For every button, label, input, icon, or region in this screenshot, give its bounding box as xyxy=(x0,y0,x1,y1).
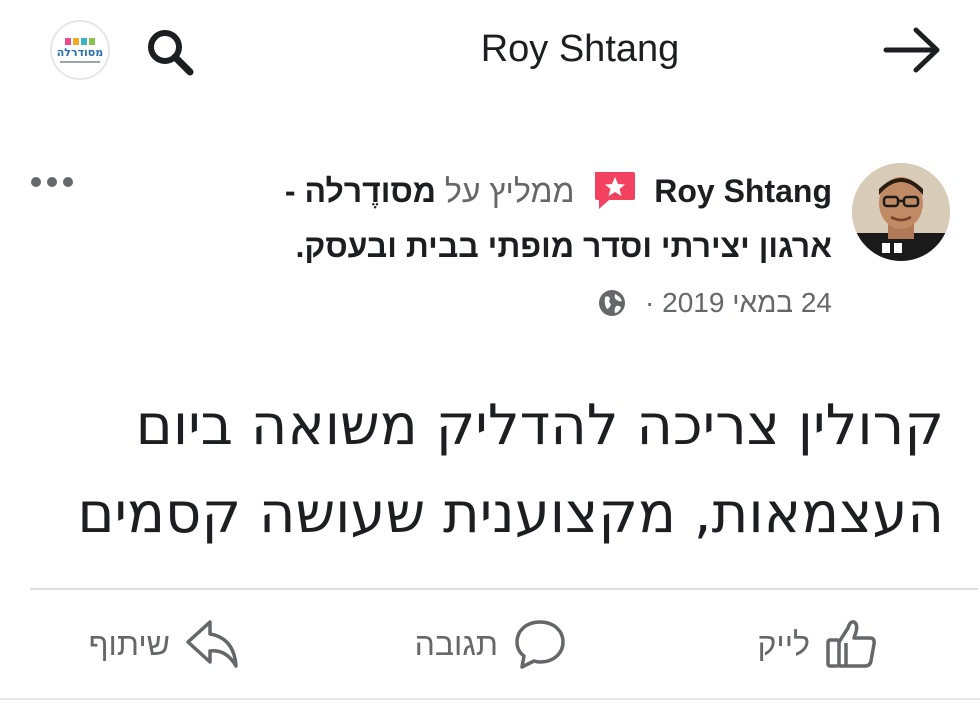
thumbs-up-icon xyxy=(826,620,876,668)
meta-separator: · xyxy=(645,287,655,318)
comment-button[interactable]: תגובה xyxy=(415,614,568,674)
top-bar: מסודרלה Roy Shtang xyxy=(0,0,980,100)
search-icon xyxy=(148,30,194,76)
recommended-page-name[interactable]: מסודֶרלה - xyxy=(285,173,436,209)
post-meta: 24 במאי 2019 · xyxy=(432,284,832,322)
search-button[interactable] xyxy=(142,24,198,80)
post-body-line: העצמאות, מקצוענית שעושה קסמים xyxy=(77,481,944,546)
post-header-line-2: ארגון יצירתי וסדר מופתי בבית ובעסק. xyxy=(112,224,833,268)
more-options-button[interactable] xyxy=(28,170,76,194)
share-button[interactable]: שיתוף xyxy=(89,614,240,674)
more-options-icon xyxy=(31,177,73,187)
avatar-photo xyxy=(852,163,950,261)
post-body-line: קרולין צריכה להדליק משואה ביום xyxy=(135,393,944,458)
logo-text: מסודרלה xyxy=(56,45,104,59)
comment-label: תגובה xyxy=(414,625,498,662)
post-date[interactable]: 24 במאי 2019 xyxy=(662,287,832,318)
recommend-star-icon xyxy=(595,172,636,209)
logo-houses-graphic xyxy=(65,37,95,45)
divider xyxy=(30,588,978,590)
bottom-divider xyxy=(0,698,980,700)
page-logo[interactable]: מסודרלה xyxy=(50,20,110,80)
review-post-page: מסודרלה Roy Shtang Roy Shtang ממליץ על מ… xyxy=(0,0,980,711)
arrow-right-icon xyxy=(883,27,940,73)
author-name[interactable]: Roy Shtang xyxy=(654,173,832,209)
comment-icon xyxy=(515,620,565,669)
post-header-line: Roy Shtang ממליץ על מסודֶרלה - xyxy=(112,168,832,214)
page-title: Roy Shtang xyxy=(480,28,680,70)
author-avatar[interactable] xyxy=(852,163,950,261)
share-label: שיתוף xyxy=(88,625,170,662)
like-label: לייק xyxy=(757,625,810,662)
recommends-label: ממליץ על xyxy=(444,173,575,209)
logo-tagline-line xyxy=(60,60,100,63)
share-arrow-icon xyxy=(186,620,238,668)
recommended-page-name-cont[interactable]: ארגון יצירתי וסדר מופתי בבית ובעסק xyxy=(304,228,832,264)
back-button[interactable] xyxy=(880,22,944,78)
post-body: קרולין צריכה להדליק משואה ביום העצמאות, … xyxy=(44,382,944,558)
globe-icon xyxy=(599,290,626,316)
like-button[interactable]: לייק xyxy=(758,614,880,674)
